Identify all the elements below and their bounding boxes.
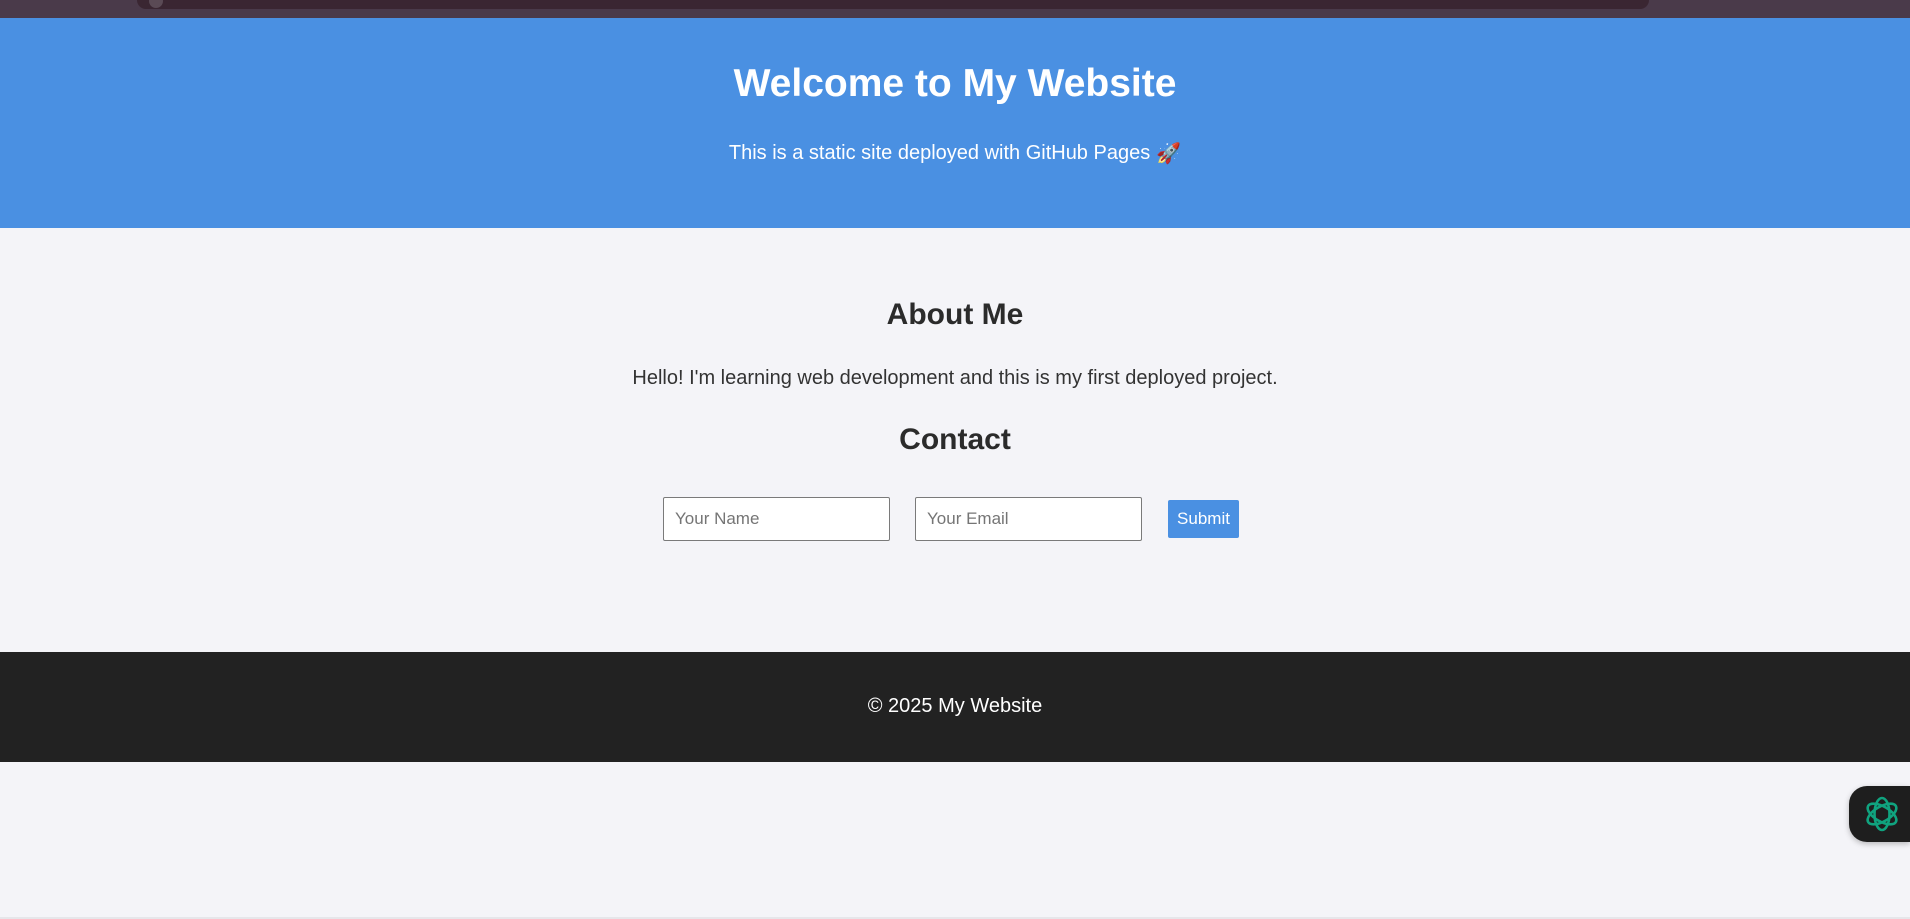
site-footer: © 2025 My Website	[0, 652, 1910, 762]
contact-heading: Contact	[899, 423, 1011, 456]
email-input[interactable]	[915, 497, 1142, 541]
address-bar[interactable]	[137, 0, 1649, 9]
hero-subtitle: This is a static site deployed with GitH…	[0, 141, 1910, 166]
hero-header: Welcome to My Website This is a static s…	[0, 18, 1910, 228]
footer-copyright: © 2025 My Website	[867, 695, 1043, 717]
browser-top-bar	[0, 0, 1910, 18]
name-input[interactable]	[663, 497, 890, 541]
rocket-icon: 🚀	[1156, 143, 1182, 165]
main-content: About Me Hello! I'm learning web develop…	[0, 228, 1910, 652]
openai-logo-icon	[1866, 796, 1898, 832]
assistant-launcher-button[interactable]	[1849, 786, 1910, 842]
page-title: Welcome to My Website	[733, 62, 1177, 105]
about-heading: About Me	[886, 298, 1024, 331]
submit-button[interactable]: Submit	[1168, 500, 1239, 538]
hero-subtitle-text: This is a static site deployed with GitH…	[728, 142, 1151, 164]
about-text: Hello! I'm learning web development and …	[632, 367, 1278, 389]
contact-form: Submit	[663, 497, 1263, 541]
site-info-icon[interactable]	[149, 0, 163, 8]
